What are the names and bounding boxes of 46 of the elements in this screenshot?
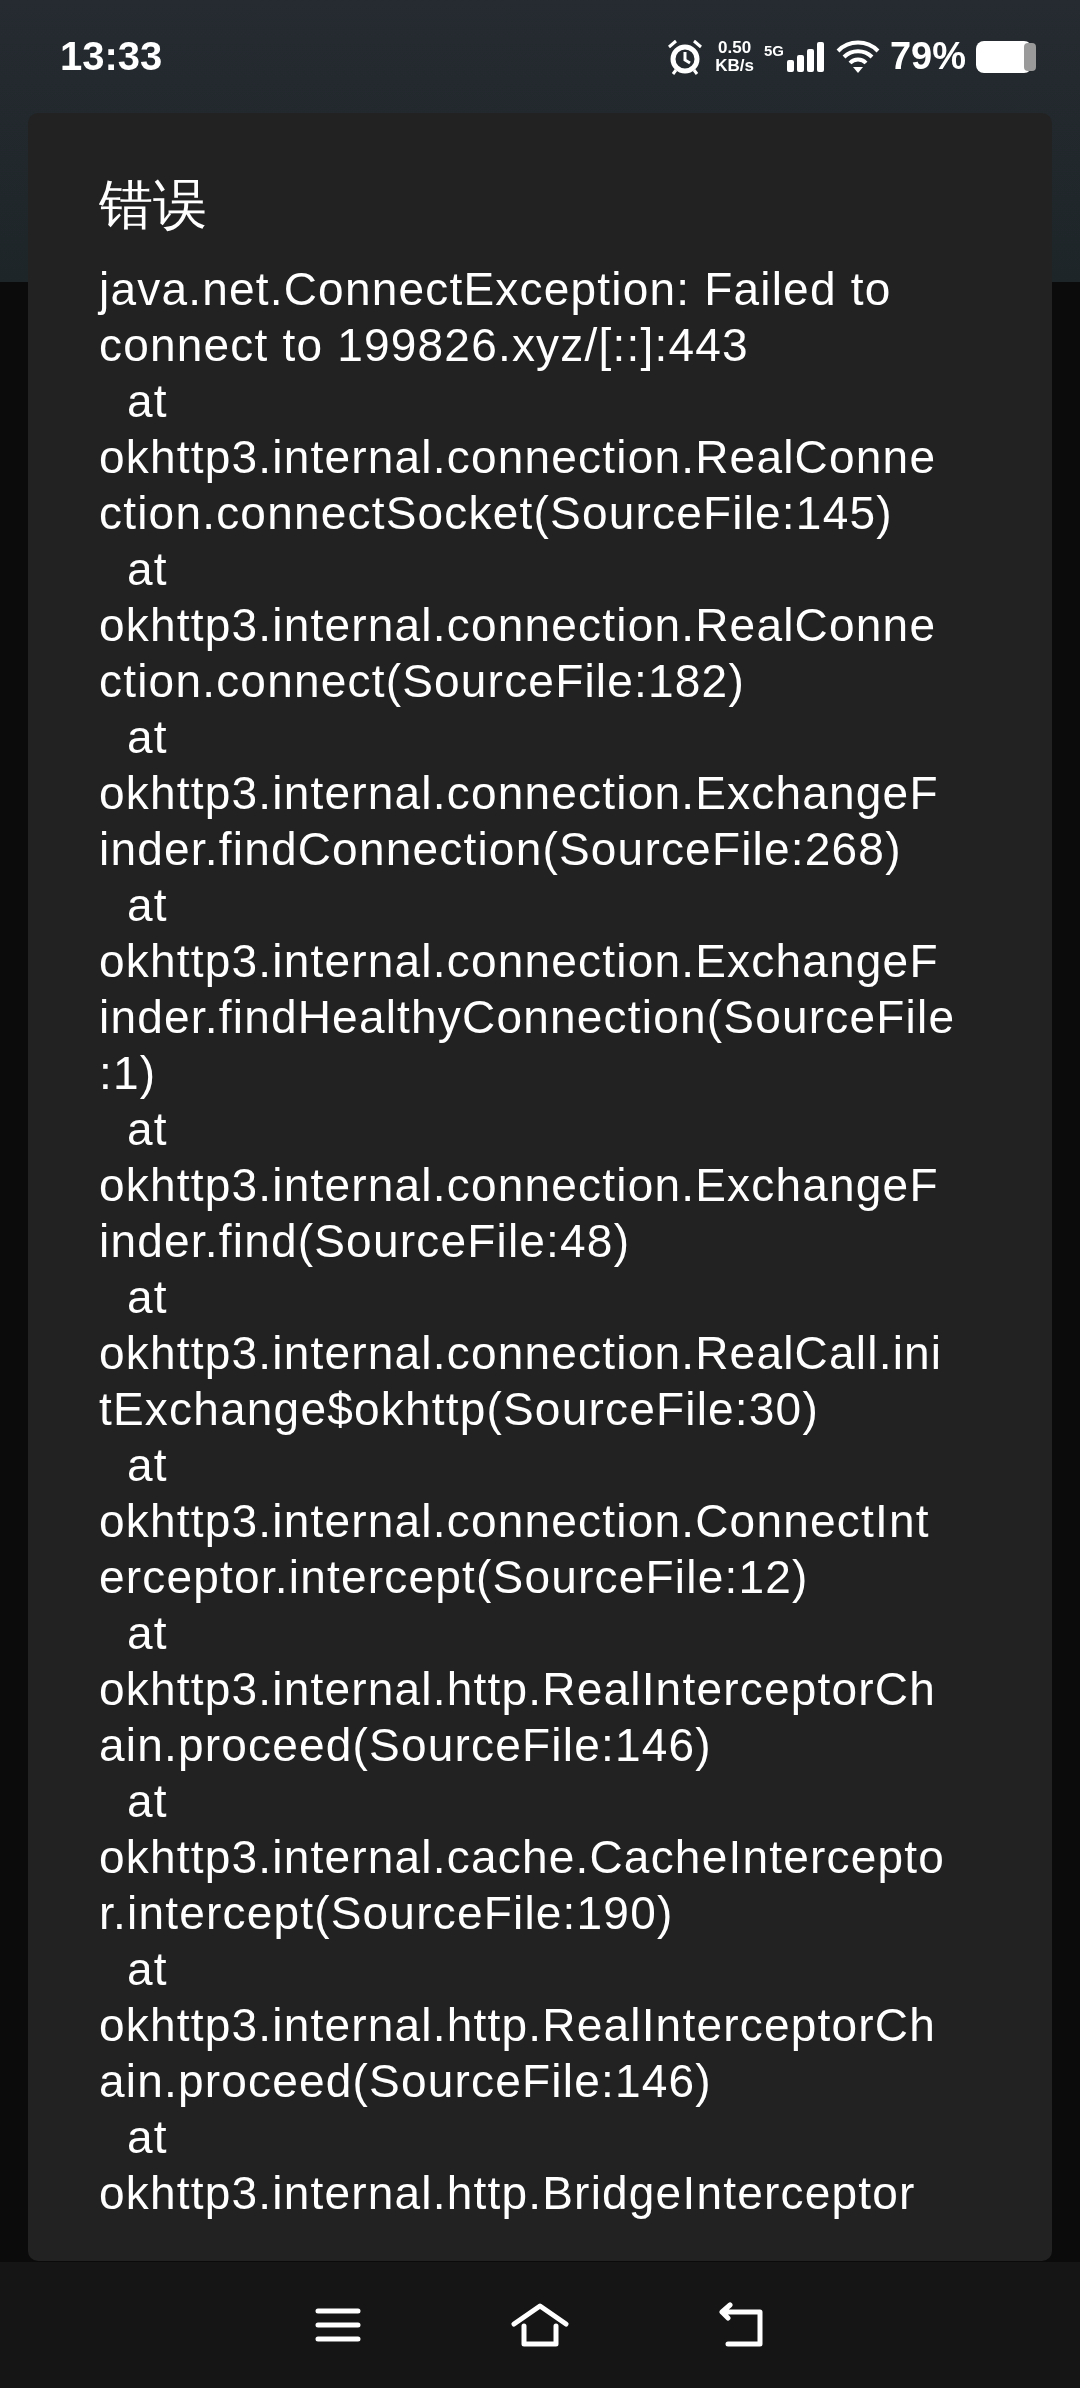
error-message-line: okhttp3.internal.http.RealInterceptorCh — [99, 1998, 937, 2053]
error-message-line: at — [125, 710, 169, 765]
error-message-line: at — [125, 1438, 169, 1493]
error-message-line: okhttp3.internal.connection.RealCall.ini — [99, 1326, 944, 1381]
error-message-line: connect to 199826.xyz/[::]:443 — [99, 318, 750, 373]
network-type: 5G — [763, 41, 784, 59]
error-message-line: at — [125, 542, 169, 597]
error-message-line: at — [125, 374, 169, 429]
error-message-line: at — [125, 1774, 169, 1829]
error-message-line: erceptor.intercept(SourceFile:12) — [99, 1550, 810, 1605]
error-message-line: at — [125, 2110, 169, 2165]
battery-icon — [976, 38, 1038, 75]
error-message-line: okhttp3.internal.connection.ExchangeF — [99, 766, 940, 821]
wifi-icon — [835, 38, 880, 75]
back-icon[interactable] — [717, 2302, 766, 2348]
home-icon[interactable] — [511, 2302, 569, 2348]
error-message-line: at — [125, 1942, 169, 1997]
error-message-line: ain.proceed(SourceFile:146) — [99, 2054, 713, 2109]
battery-percent: 79% — [889, 35, 966, 78]
error-message-line: java.net.ConnectException: Failed to — [99, 262, 893, 317]
error-message-line: okhttp3.internal.http.BridgeInterceptor — [99, 2166, 917, 2221]
error-message-line: ction.connect(SourceFile:182) — [99, 654, 746, 709]
error-message-line: inder.findHealthyConnection(SourceFile — [99, 990, 957, 1045]
error-message-line: at — [125, 1270, 169, 1325]
error-message-line: okhttp3.internal.connection.RealConne — [99, 598, 938, 653]
error-message-line: at — [125, 1102, 169, 1157]
error-message-line: okhttp3.internal.connection.ExchangeF — [99, 1158, 940, 1213]
error-message-line: tExchange$okhttp(SourceFile:30) — [99, 1382, 820, 1437]
error-message-line: okhttp3.internal.connection.ConnectInt — [99, 1494, 931, 1549]
error-message-line: :1) — [99, 1046, 158, 1101]
dialog-title: 错误 — [99, 172, 208, 238]
error-message-line: okhttp3.internal.connection.ExchangeF — [99, 934, 940, 989]
error-message-line: inder.find(SourceFile:48) — [99, 1214, 632, 1269]
signal-icon — [785, 41, 826, 72]
error-message-line: okhttp3.internal.connection.RealConne — [99, 430, 938, 485]
error-message-line: okhttp3.internal.cache.CacheIntercepto — [99, 1830, 946, 1885]
error-message-line: inder.findConnection(SourceFile:268) — [99, 822, 903, 877]
net-speed-value: 0.50 — [718, 38, 752, 57]
error-message-line: at — [125, 1606, 169, 1661]
error-message-line: ction.connectSocket(SourceFile:145) — [99, 486, 894, 541]
error-message-line: at — [125, 878, 169, 933]
error-message-line: ain.proceed(SourceFile:146) — [99, 1718, 713, 1773]
error-message-line: okhttp3.internal.http.RealInterceptorCh — [99, 1662, 937, 1717]
status-time: 13:33 — [60, 34, 163, 79]
net-speed-unit: KB/s — [715, 56, 754, 75]
error-message-line: r.intercept(SourceFile:190) — [99, 1886, 675, 1941]
